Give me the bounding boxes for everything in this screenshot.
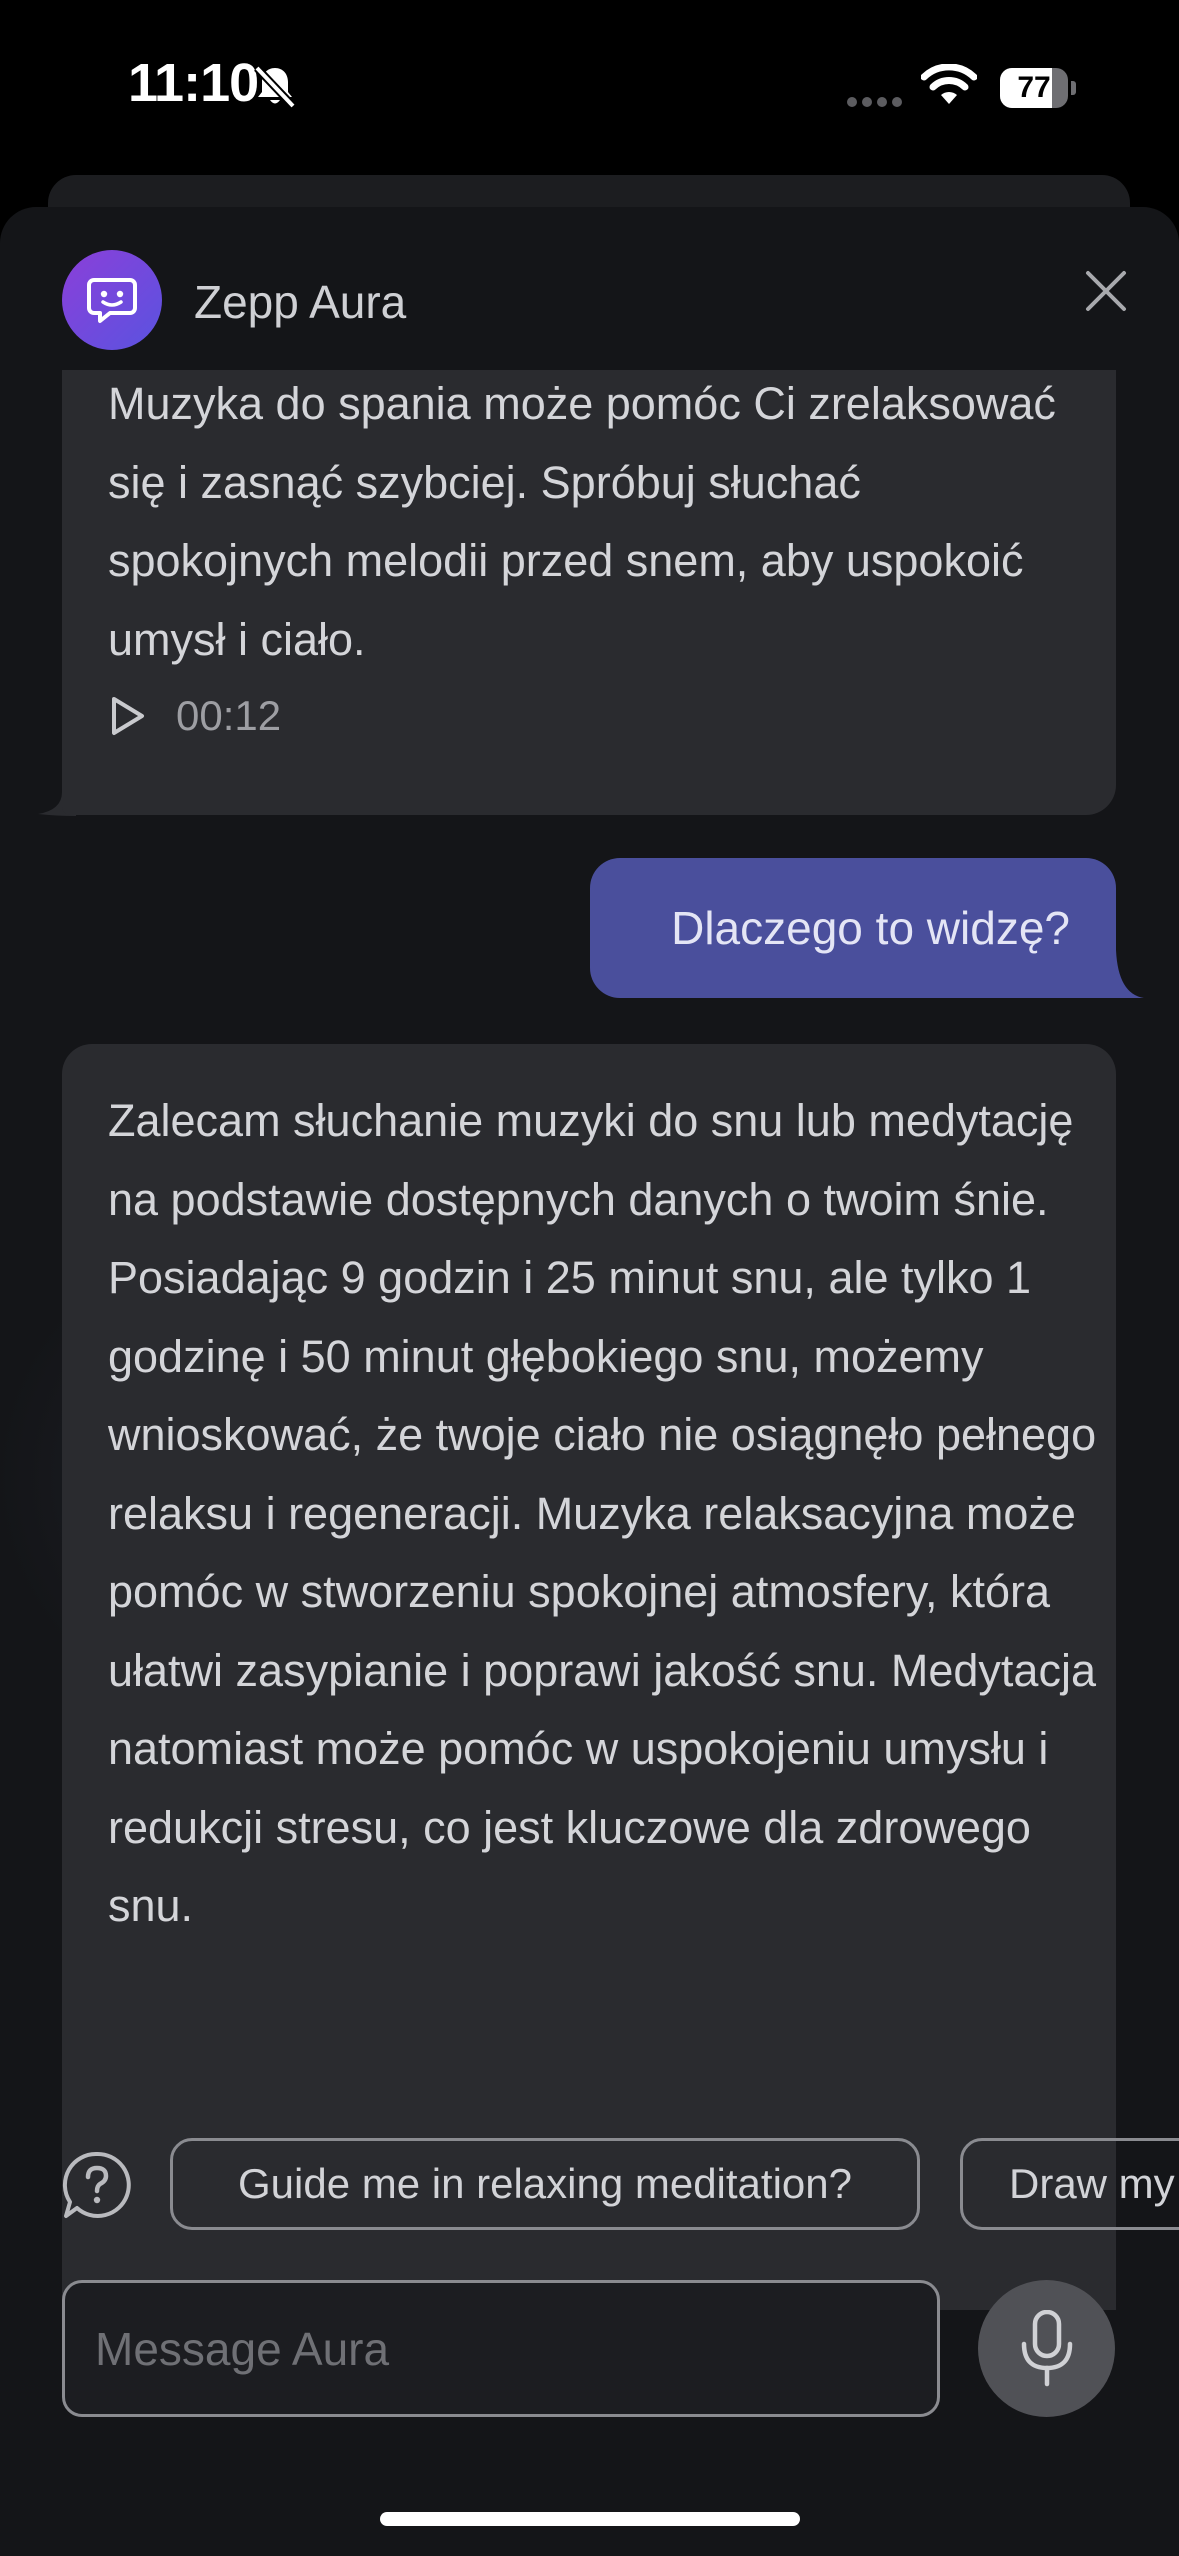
battery-icon: 77 [1000,68,1076,108]
suggestion-chip[interactable]: Guide me in relaxing meditation? [170,2138,920,2230]
suggestion-chip[interactable]: Draw my [960,2138,1179,2230]
page-title: Zepp Aura [194,276,407,328]
assistant-message: Zalecam słuchanie muzyki do snu lub medy… [62,1044,1116,2310]
play-icon[interactable] [108,695,148,737]
status-bar: 11:10 77 [0,0,1179,175]
bell-slash-icon [254,65,296,109]
wifi-icon [921,64,977,104]
chat-header: Zepp Aura [0,207,1179,370]
message-input-box[interactable] [62,2280,940,2417]
bubble-tail [1096,950,1144,998]
user-message: Dlaczego to widzę? [590,858,1116,998]
microphone-icon [1021,2310,1073,2387]
message-text: Muzyka do spania może pomóc Ci zrelaksow… [108,378,1056,665]
assistant-message: Muzyka do spania może pomóc Ci zrelaksow… [62,370,1116,815]
battery-level: 77 [1017,71,1051,104]
close-icon[interactable] [1082,267,1130,315]
message-text: Zalecam słuchanie muzyki do snu lub medy… [108,1095,1097,1931]
home-indicator[interactable] [380,2512,800,2526]
help-icon[interactable] [62,2150,132,2220]
chat-messages[interactable]: Muzyka do spania może pomóc Ci zrelaksow… [0,370,1179,2310]
chat-bubble-icon [87,278,137,323]
signal-icon [847,97,902,107]
avatar [62,250,162,350]
mic-button[interactable] [978,2280,1115,2417]
status-time: 11:10 [128,53,259,113]
audio-duration: 00:12 [176,692,282,739]
message-text: Dlaczego to widzę? [671,902,1070,954]
message-input[interactable] [95,2283,905,2414]
